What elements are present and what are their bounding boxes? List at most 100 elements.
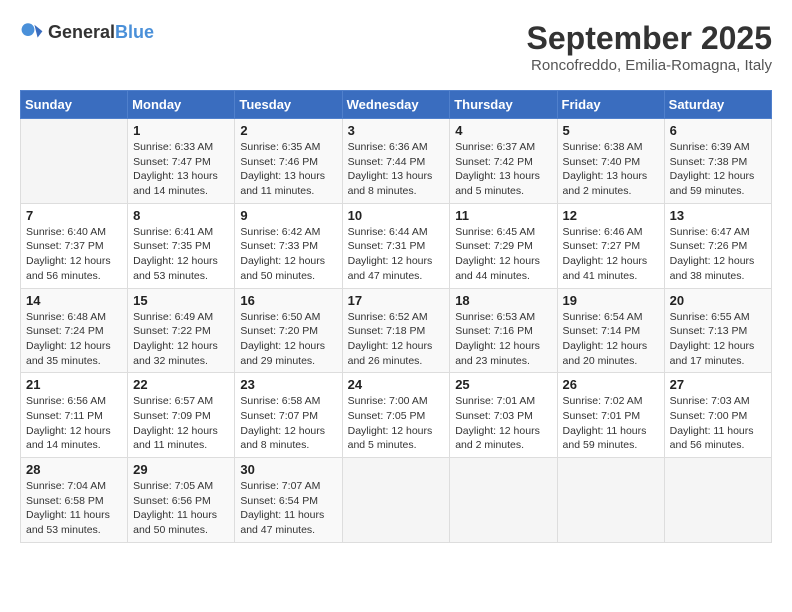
day-info: Sunrise: 6:50 AM Sunset: 7:20 PM Dayligh… [240, 310, 336, 369]
calendar-cell: 13Sunrise: 6:47 AM Sunset: 7:26 PM Dayli… [664, 203, 771, 288]
day-info: Sunrise: 6:37 AM Sunset: 7:42 PM Dayligh… [455, 140, 551, 199]
day-number: 19 [563, 293, 659, 308]
calendar-cell: 14 Sunrise: 6:48 AM Sunset: 7:24 PM Dayli… [21, 288, 128, 373]
weekday-header-tuesday: Tuesday [235, 91, 342, 119]
day-number: 26 [563, 377, 659, 392]
calendar-cell [450, 458, 557, 543]
calendar-cell: 30 Sunrise: 7:07 AM Sunset: 6:54 PM Dayli… [235, 458, 342, 543]
day-info: Sunrise: 7:01 AM Sunset: 7:03 PM Dayligh… [455, 394, 551, 453]
day-info: Sunrise: 6:57 AM Sunset: 7:09 PM Dayligh… [133, 394, 229, 453]
day-info: Sunrise: 6:39 AM Sunset: 7:38 PM Dayligh… [670, 140, 766, 199]
weekday-header-wednesday: Wednesday [342, 91, 450, 119]
day-number: 12 [563, 208, 659, 223]
day-info: Sunrise: 6:47 AM Sunset: 7:26 PM Dayligh… [670, 225, 766, 284]
calendar-cell: 16Sunrise: 6:50 AM Sunset: 7:20 PM Dayli… [235, 288, 342, 373]
calendar-cell [21, 119, 128, 204]
calendar-cell: 7 Sunrise: 6:40 AM Sunset: 7:37 PM Daylig… [21, 203, 128, 288]
calendar-cell: 26 Sunrise: 7:02 AM Sunset: 7:01 PM Dayli… [557, 373, 664, 458]
calendar-cell: 25 Sunrise: 7:01 AM Sunset: 7:03 PM Dayli… [450, 373, 557, 458]
day-info: Sunrise: 6:41 AM Sunset: 7:35 PM Dayligh… [133, 225, 229, 284]
day-info: Sunrise: 6:55 AM Sunset: 7:13 PM Dayligh… [670, 310, 766, 369]
calendar-cell: 10 Sunrise: 6:44 AM Sunset: 7:31 PM Dayli… [342, 203, 450, 288]
logo-general-text: General [48, 22, 115, 42]
calendar-cell: 3 Sunrise: 6:36 AM Sunset: 7:44 PM Daylig… [342, 119, 450, 204]
calendar-cell: 21Sunrise: 6:56 AM Sunset: 7:11 PM Dayli… [21, 373, 128, 458]
day-number: 30 [240, 462, 336, 477]
day-number: 5 [563, 123, 659, 138]
calendar-cell: 23Sunrise: 6:58 AM Sunset: 7:07 PM Dayli… [235, 373, 342, 458]
day-number: 3 [348, 123, 445, 138]
day-info: Sunrise: 7:02 AM Sunset: 7:01 PM Dayligh… [563, 394, 659, 453]
calendar-cell: 27Sunrise: 7:03 AM Sunset: 7:00 PM Dayli… [664, 373, 771, 458]
day-number: 7 [26, 208, 122, 223]
title-block: September 2025 Roncofreddo, Emilia-Romag… [527, 20, 772, 74]
day-info: Sunrise: 6:46 AM Sunset: 7:27 PM Dayligh… [563, 225, 659, 284]
calendar-cell: 29Sunrise: 7:05 AM Sunset: 6:56 PM Dayli… [128, 458, 235, 543]
day-number: 21 [26, 377, 122, 392]
calendar-cell: 11Sunrise: 6:45 AM Sunset: 7:29 PM Dayli… [450, 203, 557, 288]
day-info: Sunrise: 6:49 AM Sunset: 7:22 PM Dayligh… [133, 310, 229, 369]
weekday-header-saturday: Saturday [664, 91, 771, 119]
calendar-week-row: 21Sunrise: 6:56 AM Sunset: 7:11 PM Dayli… [21, 373, 772, 458]
day-info: Sunrise: 7:07 AM Sunset: 6:54 PM Dayligh… [240, 479, 336, 538]
calendar-cell: 20 Sunrise: 6:55 AM Sunset: 7:13 PM Dayli… [664, 288, 771, 373]
logo-blue-text: Blue [115, 22, 154, 42]
calendar-cell [557, 458, 664, 543]
calendar-cell: 1Sunrise: 6:33 AM Sunset: 7:47 PM Daylig… [128, 119, 235, 204]
day-info: Sunrise: 7:05 AM Sunset: 6:56 PM Dayligh… [133, 479, 229, 538]
calendar-week-row: 28 Sunrise: 7:04 AM Sunset: 6:58 PM Dayli… [21, 458, 772, 543]
day-info: Sunrise: 7:00 AM Sunset: 7:05 PM Dayligh… [348, 394, 445, 453]
calendar-cell: 17Sunrise: 6:52 AM Sunset: 7:18 PM Dayli… [342, 288, 450, 373]
calendar-week-row: 1Sunrise: 6:33 AM Sunset: 7:47 PM Daylig… [21, 119, 772, 204]
day-number: 8 [133, 208, 229, 223]
day-number: 20 [670, 293, 766, 308]
calendar-cell: 19 Sunrise: 6:54 AM Sunset: 7:14 PM Dayli… [557, 288, 664, 373]
day-number: 28 [26, 462, 122, 477]
day-info: Sunrise: 6:48 AM Sunset: 7:24 PM Dayligh… [26, 310, 122, 369]
page-header: GeneralBlue September 2025 Roncofreddo, … [20, 20, 772, 74]
day-number: 15 [133, 293, 229, 308]
day-number: 24 [348, 377, 445, 392]
day-number: 25 [455, 377, 551, 392]
calendar-cell [342, 458, 450, 543]
day-number: 11 [455, 208, 551, 223]
weekday-header-monday: Monday [128, 91, 235, 119]
location-title: Roncofreddo, Emilia-Romagna, Italy [527, 57, 772, 74]
day-info: Sunrise: 6:52 AM Sunset: 7:18 PM Dayligh… [348, 310, 445, 369]
logo-icon [20, 20, 44, 44]
day-number: 1 [133, 123, 229, 138]
calendar-cell: 18 Sunrise: 6:53 AM Sunset: 7:16 PM Dayli… [450, 288, 557, 373]
calendar-cell: 15 Sunrise: 6:49 AM Sunset: 7:22 PM Dayli… [128, 288, 235, 373]
day-number: 9 [240, 208, 336, 223]
calendar-cell: 5Sunrise: 6:38 AM Sunset: 7:40 PM Daylig… [557, 119, 664, 204]
day-number: 18 [455, 293, 551, 308]
day-info: Sunrise: 7:04 AM Sunset: 6:58 PM Dayligh… [26, 479, 122, 538]
calendar-cell [664, 458, 771, 543]
weekday-header-row: SundayMondayTuesdayWednesdayThursdayFrid… [21, 91, 772, 119]
day-info: Sunrise: 6:54 AM Sunset: 7:14 PM Dayligh… [563, 310, 659, 369]
calendar-cell: 22Sunrise: 6:57 AM Sunset: 7:09 PM Dayli… [128, 373, 235, 458]
day-info: Sunrise: 6:53 AM Sunset: 7:16 PM Dayligh… [455, 310, 551, 369]
day-info: Sunrise: 6:36 AM Sunset: 7:44 PM Dayligh… [348, 140, 445, 199]
calendar-cell: 2Sunrise: 6:35 AM Sunset: 7:46 PM Daylig… [235, 119, 342, 204]
calendar-cell: 4Sunrise: 6:37 AM Sunset: 7:42 PM Daylig… [450, 119, 557, 204]
day-info: Sunrise: 6:42 AM Sunset: 7:33 PM Dayligh… [240, 225, 336, 284]
weekday-header-friday: Friday [557, 91, 664, 119]
day-info: Sunrise: 6:58 AM Sunset: 7:07 PM Dayligh… [240, 394, 336, 453]
calendar-cell: 9 Sunrise: 6:42 AM Sunset: 7:33 PM Daylig… [235, 203, 342, 288]
calendar-cell: 12 Sunrise: 6:46 AM Sunset: 7:27 PM Dayli… [557, 203, 664, 288]
calendar-cell: 28 Sunrise: 7:04 AM Sunset: 6:58 PM Dayli… [21, 458, 128, 543]
weekday-header-sunday: Sunday [21, 91, 128, 119]
day-number: 6 [670, 123, 766, 138]
day-number: 27 [670, 377, 766, 392]
weekday-header-thursday: Thursday [450, 91, 557, 119]
logo: GeneralBlue [20, 20, 154, 44]
day-number: 10 [348, 208, 445, 223]
day-number: 14 [26, 293, 122, 308]
day-info: Sunrise: 6:35 AM Sunset: 7:46 PM Dayligh… [240, 140, 336, 199]
day-info: Sunrise: 6:40 AM Sunset: 7:37 PM Dayligh… [26, 225, 122, 284]
day-info: Sunrise: 6:44 AM Sunset: 7:31 PM Dayligh… [348, 225, 445, 284]
calendar-week-row: 14 Sunrise: 6:48 AM Sunset: 7:24 PM Dayli… [21, 288, 772, 373]
calendar-cell: 8 Sunrise: 6:41 AM Sunset: 7:35 PM Daylig… [128, 203, 235, 288]
calendar-table: SundayMondayTuesdayWednesdayThursdayFrid… [20, 90, 772, 543]
